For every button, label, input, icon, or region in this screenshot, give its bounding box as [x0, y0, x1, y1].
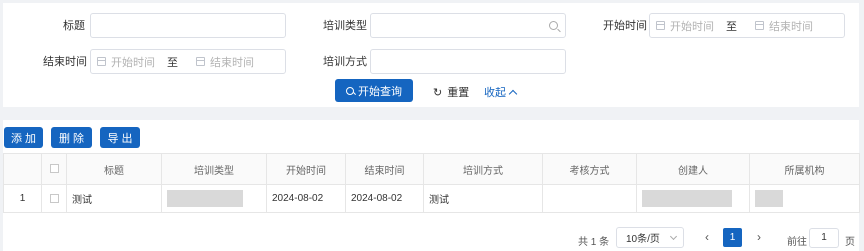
reset-button-label: 重置 — [447, 87, 470, 99]
cell-creator — [636, 184, 750, 213]
checkbox-icon[interactable] — [49, 164, 59, 174]
training-type-select[interactable] — [370, 13, 566, 38]
column-header-training-method[interactable]: 培训方式 — [423, 153, 543, 185]
end-time-range[interactable]: 开始时间 至 结束时间 — [90, 49, 286, 74]
cell-title: 测试 — [66, 184, 162, 213]
add-button[interactable]: 添加 — [4, 127, 43, 148]
next-page-icon[interactable]: › — [752, 229, 766, 245]
training-method-input[interactable] — [370, 49, 566, 74]
collapse-button[interactable]: 收起 — [484, 84, 518, 100]
cell-end-time: 2024-08-02 — [345, 184, 424, 213]
title-input-field[interactable] — [91, 14, 285, 37]
search-icon — [549, 21, 558, 30]
search-button-label: 开始查询 — [358, 85, 402, 98]
redacted-block — [642, 190, 732, 207]
cell-training-method: 测试 — [423, 184, 543, 213]
cell-organization — [749, 184, 860, 213]
refresh-icon: ↻ — [433, 86, 443, 99]
range-separator: 至 — [726, 20, 737, 33]
goto-page-input[interactable]: 1 — [809, 228, 839, 248]
chevron-down-icon — [669, 232, 678, 241]
calendar-icon — [755, 21, 764, 30]
training-method-field[interactable] — [371, 50, 565, 73]
search-panel: 标题 培训类型 开始时间 开始时间 至 结束时间 结束时间 开始时间 至 结束时… — [3, 3, 859, 107]
page-size-value: 10条/页 — [626, 234, 660, 245]
row-index: 1 — [3, 184, 42, 213]
row-checkbox[interactable] — [41, 184, 67, 213]
select-all-checkbox[interactable] — [41, 153, 67, 185]
redacted-block — [167, 190, 243, 207]
prev-page-icon[interactable]: ‹ — [700, 229, 714, 245]
column-header-creator[interactable]: 创建人 — [636, 153, 750, 185]
calendar-icon — [97, 57, 106, 66]
column-header-assessment-method[interactable]: 考核方式 — [542, 153, 637, 185]
range-separator: 至 — [167, 56, 178, 69]
column-header-start-time[interactable]: 开始时间 — [266, 153, 346, 185]
range-end-placeholder[interactable]: 结束时间 — [769, 18, 813, 34]
goto-label: 前往 — [787, 237, 807, 248]
calendar-icon — [196, 57, 205, 66]
training-type-label: 培训类型 — [323, 20, 367, 32]
checkbox-icon[interactable] — [49, 193, 59, 203]
column-header-training-type[interactable]: 培训类型 — [161, 153, 267, 185]
collapse-button-label: 收起 — [484, 87, 506, 99]
cell-assessment-method — [542, 184, 637, 213]
training-type-field[interactable] — [371, 14, 565, 37]
training-method-label: 培训方式 — [323, 56, 367, 68]
table-row[interactable]: 1 测试 2024-08-02 2024-08-02 测试 — [3, 184, 860, 213]
range-start-placeholder[interactable]: 开始时间 — [111, 54, 155, 70]
start-time-range[interactable]: 开始时间 至 结束时间 — [649, 13, 845, 38]
page-number-current[interactable]: 1 — [723, 228, 742, 247]
search-button[interactable]: 开始查询 — [335, 79, 413, 102]
page-suffix: 页 — [845, 237, 855, 248]
data-table: 标题 培训类型 开始时间 结束时间 培训方式 考核方式 创建人 所属机构 1 测… — [3, 153, 860, 213]
delete-button[interactable]: 删除 — [51, 127, 92, 148]
start-time-label: 开始时间 — [603, 20, 647, 32]
end-time-label: 结束时间 — [43, 56, 87, 68]
range-end-placeholder[interactable]: 结束时间 — [210, 54, 254, 70]
range-start-placeholder[interactable]: 开始时间 — [670, 18, 714, 34]
index-header — [3, 153, 42, 185]
column-header-end-time[interactable]: 结束时间 — [345, 153, 424, 185]
pagination-total: 共 1 条 — [578, 237, 610, 248]
redacted-block — [755, 190, 783, 207]
title-input[interactable] — [90, 13, 286, 38]
chevron-up-icon — [508, 89, 518, 98]
column-header-organization[interactable]: 所属机构 — [749, 153, 860, 185]
reset-button[interactable]: ↻ 重置 — [433, 84, 469, 100]
search-icon — [346, 86, 354, 95]
column-header-title[interactable]: 标题 — [66, 153, 162, 185]
calendar-icon — [656, 21, 665, 30]
cell-training-type — [161, 184, 267, 213]
export-button[interactable]: 导出 — [100, 127, 140, 148]
title-label: 标题 — [63, 20, 85, 32]
cell-start-time: 2024-08-02 — [266, 184, 346, 213]
table-header-row: 标题 培训类型 开始时间 结束时间 培训方式 考核方式 创建人 所属机构 — [3, 153, 860, 185]
page-size-select[interactable]: 10条/页 — [616, 227, 684, 248]
